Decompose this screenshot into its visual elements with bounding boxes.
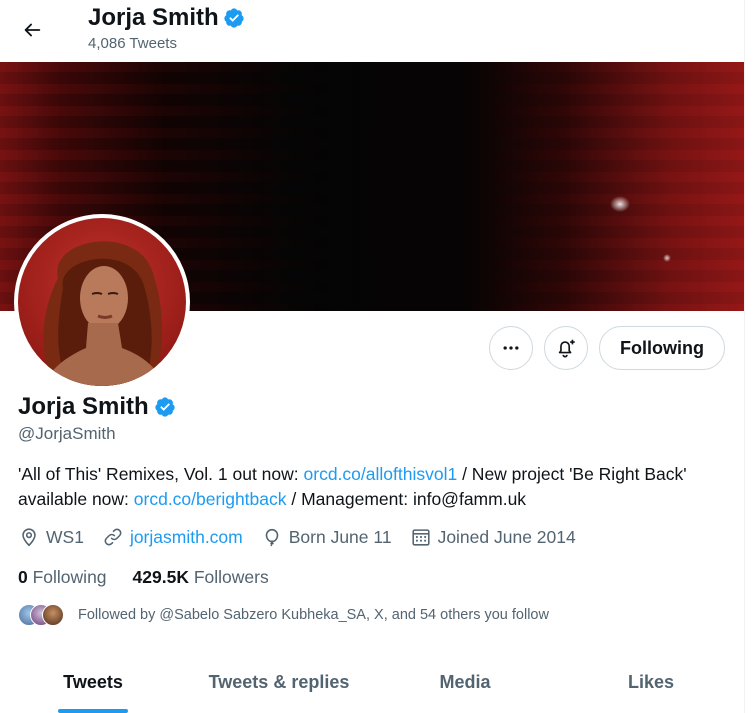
- followed-by-text: Followed by @Sabelo Sabzero Kubheka_SA, …: [78, 607, 549, 623]
- location-pin-icon: [22, 528, 36, 547]
- profile-header: Jorja Smith 4,086 Tweets: [0, 0, 744, 62]
- verified-badge-icon: [224, 8, 244, 28]
- birthday-text: Born June 11: [288, 526, 392, 547]
- tab-label: Likes: [627, 672, 675, 692]
- balloon-icon: [265, 528, 279, 547]
- tab-label: Media: [439, 672, 491, 692]
- joined-item: Joined June 2014: [410, 526, 576, 548]
- bio-text: 'All of This' Remixes, Vol. 1 out now:: [18, 464, 304, 484]
- website-item: jorjasmith.com: [102, 526, 243, 548]
- followed-by-row[interactable]: Followed by @Sabelo Sabzero Kubheka_SA, …: [18, 604, 549, 626]
- bio-link-berightback[interactable]: orcd.co/berightback: [134, 489, 287, 509]
- notifications-button[interactable]: [544, 326, 588, 370]
- tweet-count: 4,086 Tweets: [88, 35, 177, 52]
- follow-stats: 0 Following 429.5K Followers: [18, 567, 295, 588]
- tab-tweets-replies[interactable]: Tweets & replies: [186, 652, 372, 713]
- tab-tweets[interactable]: Tweets: [0, 652, 186, 713]
- follower-avatars: [18, 604, 66, 626]
- calendar-icon: [411, 529, 430, 546]
- bell-plus-icon: [558, 339, 575, 358]
- display-name: Jorja Smith: [18, 393, 176, 421]
- following-label: Following: [32, 567, 107, 587]
- arrow-left-icon: [24, 23, 41, 37]
- header-title: Jorja Smith: [88, 4, 245, 32]
- profile-tabs: Tweets Tweets & replies Media Likes: [0, 652, 744, 713]
- followers-stat[interactable]: 429.5K Followers: [133, 567, 269, 588]
- display-name-text: Jorja Smith: [18, 393, 149, 420]
- tab-media[interactable]: Media: [372, 652, 558, 713]
- profile-bio: 'All of This' Remixes, Vol. 1 out now: o…: [18, 462, 718, 512]
- following-count: 0: [18, 567, 28, 587]
- header-name-text: Jorja Smith: [88, 4, 219, 31]
- following-button[interactable]: Following: [599, 326, 725, 370]
- user-handle: @JorjaSmith: [18, 424, 116, 443]
- followers-count: 429.5K: [132, 567, 189, 587]
- birthday-item: Born June 11: [261, 526, 392, 548]
- followers-label: Followers: [193, 567, 269, 587]
- joined-text: Joined June 2014: [437, 526, 576, 547]
- following-stat[interactable]: 0 Following: [18, 567, 107, 588]
- profile-meta: WS1 jorjasmith.com Born June 11 Joined J…: [18, 526, 594, 548]
- avatar-image: [18, 218, 186, 386]
- column-border: [744, 0, 745, 713]
- link-icon: [104, 528, 122, 546]
- bio-text: / Management: info@famm.uk: [286, 489, 527, 509]
- ellipsis-icon: [503, 346, 519, 350]
- verified-badge-icon: [155, 397, 175, 417]
- back-button[interactable]: [14, 12, 50, 48]
- more-options-button[interactable]: [489, 326, 533, 370]
- active-tab-indicator: [58, 709, 128, 713]
- website-link[interactable]: jorjasmith.com: [130, 527, 243, 548]
- location-item: WS1: [18, 526, 84, 548]
- avatar-portrait: [43, 241, 164, 386]
- mini-avatar: [42, 604, 64, 626]
- profile-avatar[interactable]: [14, 214, 190, 390]
- tab-label: Tweets: [63, 672, 123, 692]
- bio-link-allofthisvol1[interactable]: orcd.co/allofthisvol1: [304, 464, 458, 484]
- location-text: WS1: [46, 526, 84, 547]
- tab-likes[interactable]: Likes: [558, 652, 744, 713]
- tab-label: Tweets & replies: [208, 672, 350, 692]
